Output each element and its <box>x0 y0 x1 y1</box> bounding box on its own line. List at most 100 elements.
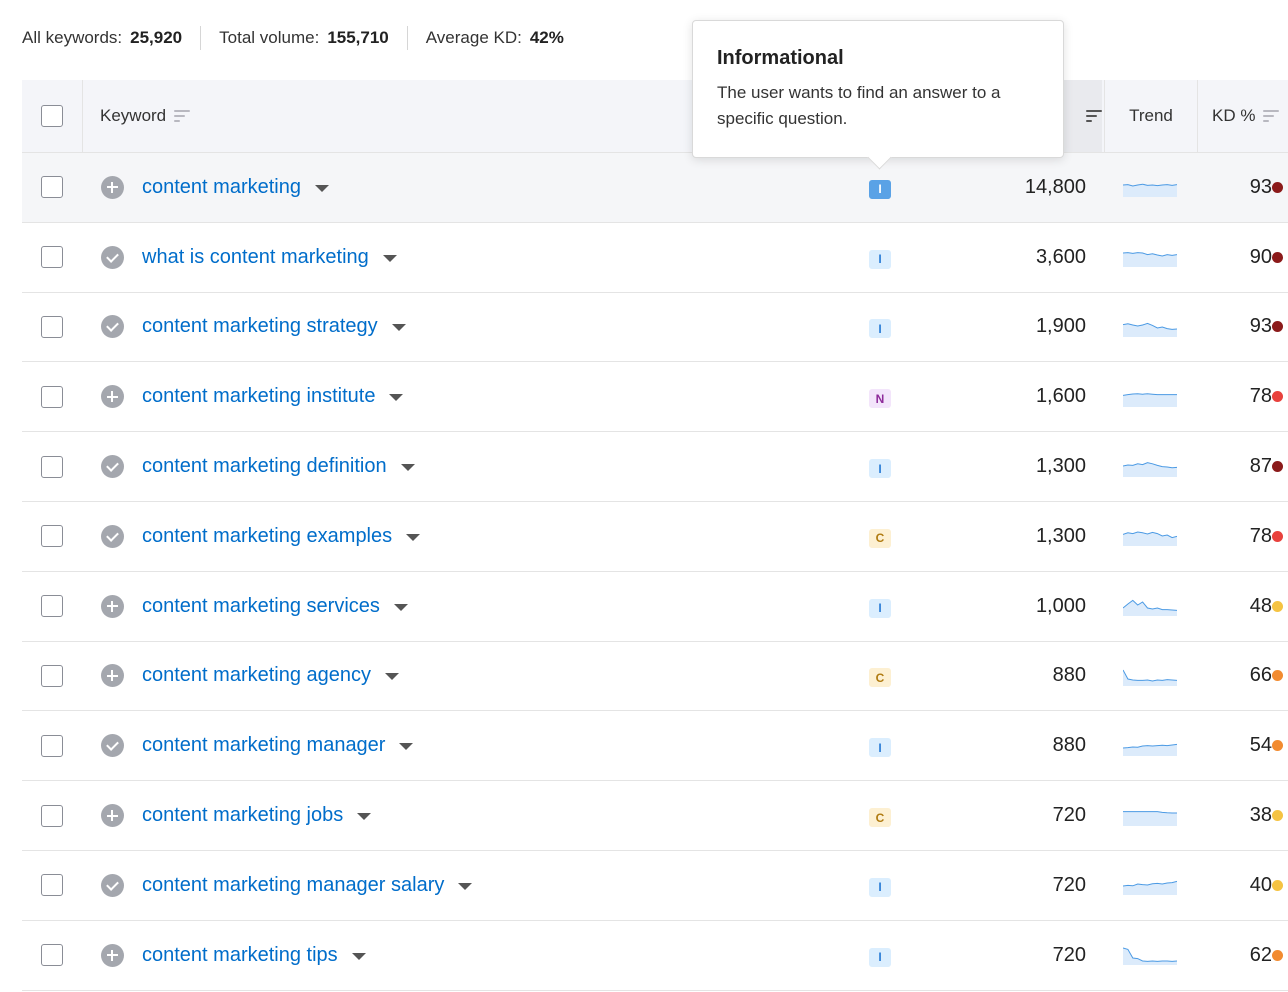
kd-dot-icon <box>1271 251 1283 263</box>
trend-sparkline <box>1123 322 1177 337</box>
row-checkbox[interactable] <box>41 874 63 897</box>
row-intent-cell: I <box>868 432 892 501</box>
intent-badge[interactable]: C <box>869 528 891 548</box>
row-status-cell <box>100 362 124 431</box>
intent-badge[interactable]: I <box>869 249 891 269</box>
row-status-cell <box>100 921 124 990</box>
sort-icon[interactable] <box>174 109 191 123</box>
add-keyword-plus-icon[interactable] <box>100 943 124 967</box>
row-checkbox[interactable] <box>41 595 63 618</box>
row-intent-cell: I <box>868 851 892 920</box>
row-kd-indicator-cell <box>1270 642 1284 711</box>
row-checkbox[interactable] <box>41 664 63 687</box>
row-checkbox[interactable] <box>41 734 63 757</box>
row-checkbox[interactable] <box>41 455 63 478</box>
intent-badge[interactable]: I <box>869 459 891 479</box>
keyword-link[interactable]: content marketing services <box>142 595 380 618</box>
sort-active-icon[interactable] <box>1086 109 1102 123</box>
trend-sparkline <box>1123 947 1177 966</box>
add-keyword-plus-icon[interactable] <box>100 804 124 828</box>
add-keyword-plus-icon[interactable] <box>100 664 124 688</box>
keyword-link[interactable]: content marketing agency <box>142 664 371 687</box>
added-keyword-check-icon[interactable] <box>100 245 124 269</box>
row-volume: 720 <box>1052 804 1086 827</box>
row-trend-cell <box>1122 432 1178 501</box>
intent-badge[interactable]: I <box>869 598 891 618</box>
intent-badge[interactable]: I <box>869 738 891 758</box>
row-kd: 78 <box>1249 385 1272 408</box>
intent-badge[interactable]: C <box>869 808 891 828</box>
intent-badge[interactable]: I <box>869 877 891 897</box>
row-volume: 880 <box>1052 664 1086 687</box>
intent-tooltip: Informational The user wants to find an … <box>692 20 1064 158</box>
row-kd: 48 <box>1249 594 1272 617</box>
header-kd[interactable]: KD % <box>1212 80 1280 152</box>
keyword-link[interactable]: what is content marketing <box>142 246 369 269</box>
row-trend-cell <box>1122 362 1178 431</box>
row-kd-indicator-cell <box>1270 851 1284 920</box>
intent-badge[interactable]: I <box>869 319 891 339</box>
keyword-dropdown-chevron-down-icon[interactable] <box>351 952 366 960</box>
keyword-dropdown-chevron-down-icon[interactable] <box>357 813 372 821</box>
row-volume: 1,300 <box>1035 455 1086 478</box>
trend-area <box>1123 811 1177 826</box>
keyword-dropdown-chevron-down-icon[interactable] <box>406 533 421 541</box>
trend-sparkline <box>1123 810 1177 826</box>
keyword-link[interactable]: content marketing strategy <box>142 315 378 338</box>
keyword-dropdown-chevron-down-icon[interactable] <box>385 673 400 681</box>
keyword-dropdown-chevron-down-icon[interactable] <box>458 882 473 890</box>
add-keyword-plus-icon[interactable] <box>100 175 124 199</box>
keyword-link[interactable]: content marketing <box>142 176 301 199</box>
row-checkbox[interactable] <box>41 804 63 827</box>
keyword-link[interactable]: content marketing institute <box>142 385 375 408</box>
row-keyword-cell: content marketing <box>142 153 329 222</box>
row-keyword-cell: content marketing institute <box>142 362 404 431</box>
keyword-dropdown-chevron-down-icon[interactable] <box>382 254 397 262</box>
added-keyword-check-icon[interactable] <box>100 734 124 758</box>
add-keyword-plus-icon[interactable] <box>100 385 124 409</box>
row-keyword-cell: content marketing manager salary <box>142 851 473 920</box>
keyword-link[interactable]: content marketing jobs <box>142 804 343 827</box>
intent-badge[interactable]: I <box>869 947 891 967</box>
row-checkbox[interactable] <box>41 315 63 338</box>
add-keyword-plus-icon[interactable] <box>100 594 124 618</box>
intent-badge[interactable]: I <box>869 179 891 199</box>
row-checkbox[interactable] <box>41 385 63 408</box>
keyword-dropdown-chevron-down-icon[interactable] <box>400 464 415 472</box>
keyword-link[interactable]: content marketing manager salary <box>142 874 444 897</box>
row-checkbox[interactable] <box>41 944 63 967</box>
row-select-cell <box>22 223 82 292</box>
added-keyword-check-icon[interactable] <box>100 524 124 548</box>
keyword-dropdown-chevron-down-icon[interactable] <box>391 324 406 332</box>
row-checkbox[interactable] <box>41 525 63 548</box>
row-status-cell <box>100 153 124 222</box>
sort-icon[interactable] <box>1263 109 1280 123</box>
added-keyword-check-icon[interactable] <box>100 315 124 339</box>
intent-badge[interactable]: N <box>869 389 891 409</box>
row-checkbox[interactable] <box>41 176 63 199</box>
header-kd-label: KD % <box>1212 106 1256 125</box>
row-checkbox[interactable] <box>41 246 63 269</box>
table-row: what is content marketing I 3,600 90 <box>22 223 1288 293</box>
kd-dot-icon <box>1271 740 1283 752</box>
keyword-dropdown-chevron-down-icon[interactable] <box>399 743 414 751</box>
row-select-cell <box>22 711 82 780</box>
keyword-dropdown-chevron-down-icon[interactable] <box>314 184 329 192</box>
keyword-dropdown-chevron-down-icon[interactable] <box>389 394 404 402</box>
trend-area <box>1123 881 1177 896</box>
keyword-link[interactable]: content marketing tips <box>142 944 338 967</box>
select-all-checkbox[interactable] <box>41 105 63 127</box>
kd-dot-icon <box>1271 879 1283 891</box>
row-volume: 1,300 <box>1035 524 1086 547</box>
added-keyword-check-icon[interactable] <box>100 455 124 479</box>
header-keyword[interactable]: Keyword <box>100 80 191 152</box>
keyword-dropdown-chevron-down-icon[interactable] <box>393 603 408 611</box>
row-status-cell <box>100 432 124 501</box>
keyword-link[interactable]: content marketing manager <box>142 734 385 757</box>
header-keyword-label: Keyword <box>100 106 167 125</box>
added-keyword-check-icon[interactable] <box>100 873 124 897</box>
kd-dot-icon <box>1271 321 1283 333</box>
keyword-link[interactable]: content marketing definition <box>142 455 387 478</box>
intent-badge[interactable]: C <box>869 668 891 688</box>
keyword-link[interactable]: content marketing examples <box>142 525 392 548</box>
